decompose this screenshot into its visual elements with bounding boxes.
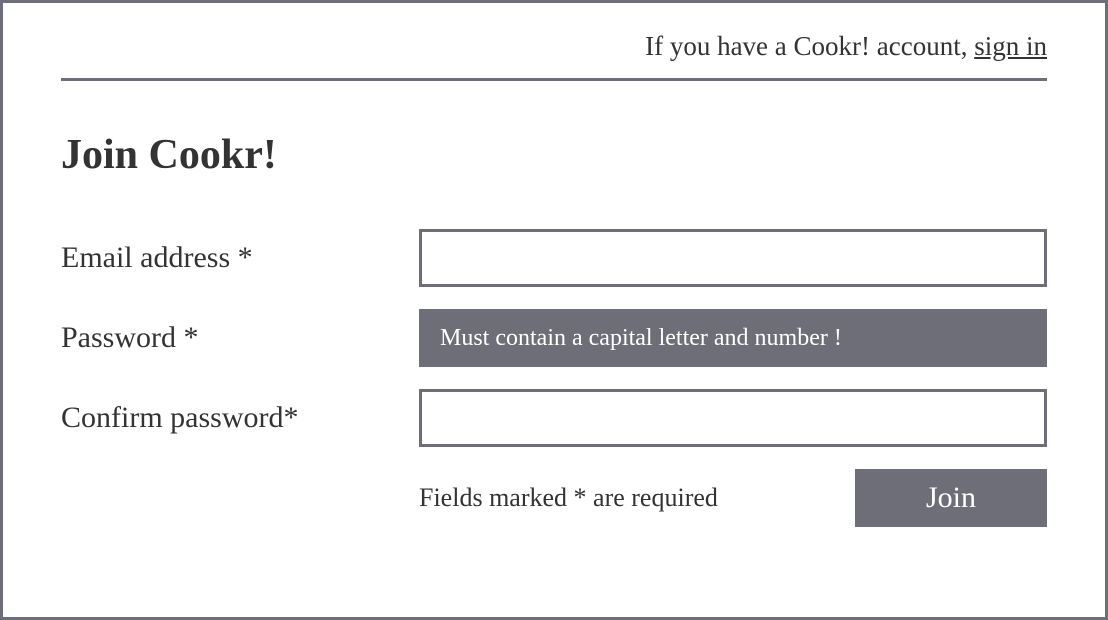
email-input[interactable] xyxy=(419,229,1047,287)
confirm-password-input[interactable] xyxy=(419,389,1047,447)
signin-prompt: If you have a Cookr! account, sign in xyxy=(61,31,1047,62)
email-row: Email address * xyxy=(61,229,1047,287)
password-input[interactable] xyxy=(419,309,1047,367)
email-label: Email address * xyxy=(61,241,419,275)
form-footer: Fields marked * are required Join xyxy=(61,469,1047,527)
password-label: Password * xyxy=(61,321,419,355)
confirm-password-row: Confirm password* xyxy=(61,389,1047,447)
divider xyxy=(61,78,1047,81)
sign-in-link[interactable]: sign in xyxy=(974,31,1047,61)
signin-prompt-text: If you have a Cookr! account, xyxy=(645,31,974,61)
join-button[interactable]: Join xyxy=(855,469,1047,527)
page-title: Join Cookr! xyxy=(61,131,1047,179)
confirm-password-label: Confirm password* xyxy=(61,401,419,435)
password-row: Password * xyxy=(61,309,1047,367)
required-note: Fields marked * are required xyxy=(419,483,718,513)
